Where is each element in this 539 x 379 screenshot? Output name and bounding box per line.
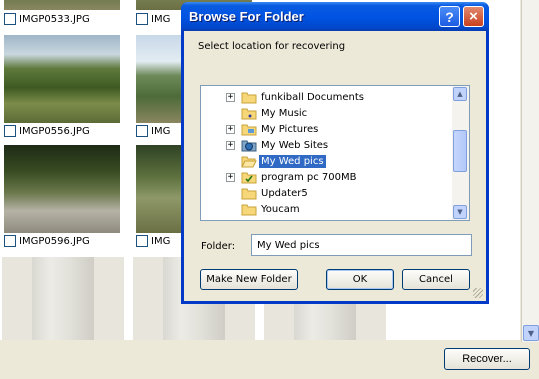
select-checkbox[interactable] — [136, 235, 148, 247]
tree-item-my-wed-pics[interactable]: My Wed pics — [201, 154, 453, 170]
browse-for-folder-dialog: Browse For Folder ? × Select location fo… — [181, 2, 489, 304]
pictures-folder-icon — [241, 124, 257, 136]
folder-icon — [241, 204, 257, 216]
recover-button[interactable]: Recover... — [444, 348, 530, 370]
select-checkbox[interactable] — [136, 125, 148, 137]
thumbnail-frame — [264, 300, 386, 340]
folder-tree[interactable]: + funkiball Documents My Music + My Pict… — [200, 85, 470, 221]
music-folder-icon — [241, 108, 257, 120]
expand-plus-icon[interactable]: + — [226, 125, 235, 134]
thumbnail-frame — [2, 257, 124, 340]
scroll-down-arrow-icon[interactable]: ▼ — [453, 205, 467, 219]
tree-item-my-music[interactable]: My Music — [201, 106, 453, 122]
tree-item-youcam[interactable]: Youcam — [201, 202, 453, 218]
expand-plus-icon[interactable]: + — [226, 141, 235, 150]
tree-vertical-scrollbar[interactable]: ▲ ▼ — [452, 86, 469, 220]
tree-item-my-pictures[interactable]: + My Pictures — [201, 122, 453, 138]
tree-item-updater5[interactable]: Updater5 — [201, 186, 453, 202]
select-checkbox[interactable] — [4, 235, 16, 247]
tree-item-program-pc-700mb[interactable]: + program pc 700MB — [201, 170, 453, 186]
help-button[interactable]: ? — [439, 6, 460, 27]
pane-vertical-scrollbar[interactable]: ▼ — [521, 0, 539, 342]
thumbnail-image[interactable] — [4, 0, 120, 10]
folder-icon — [241, 188, 257, 200]
resize-grip-icon[interactable] — [473, 288, 483, 298]
select-checkbox[interactable] — [4, 13, 16, 25]
thumbnail-image[interactable] — [4, 145, 120, 233]
cancel-button[interactable]: Cancel — [402, 269, 470, 290]
thumbnail-caption[interactable]: IMGP0596.JPG — [4, 234, 90, 248]
thumbnail-caption[interactable]: IMGP0533.JPG — [4, 12, 90, 26]
folder-open-icon — [241, 156, 257, 168]
dialog-body: Select location for recovering + funkiba… — [184, 31, 486, 301]
folder-label: Folder: — [201, 241, 236, 252]
make-new-folder-button[interactable]: Make New Folder — [200, 269, 298, 290]
dialog-title: Browse For Folder — [189, 9, 304, 24]
folder-icon — [241, 92, 257, 104]
expand-plus-icon[interactable]: + — [226, 173, 235, 182]
thumbnail-caption[interactable]: IMG — [136, 12, 170, 26]
thumbnail-image[interactable] — [4, 35, 120, 123]
scrollbar-thumb[interactable] — [453, 130, 467, 172]
select-checkbox[interactable] — [4, 125, 16, 137]
web-folder-icon — [241, 140, 257, 152]
scroll-down-arrow-icon[interactable]: ▼ — [523, 325, 539, 341]
ok-button[interactable]: OK — [326, 269, 394, 290]
scroll-up-arrow-icon[interactable]: ▲ — [453, 87, 467, 101]
expand-plus-icon[interactable]: + — [226, 93, 235, 102]
thumbnail-caption[interactable]: IMG — [136, 234, 170, 248]
dialog-prompt: Select location for recovering — [198, 41, 346, 52]
checked-folder-icon — [241, 172, 257, 184]
tree-item-funkiball-documents[interactable]: + funkiball Documents — [201, 90, 453, 106]
thumbnail-caption[interactable]: IMG — [136, 124, 170, 138]
tree-item-my-web-sites[interactable]: + My Web Sites — [201, 138, 453, 154]
folder-name-input[interactable] — [251, 234, 472, 256]
select-checkbox[interactable] — [136, 13, 148, 25]
close-button[interactable]: × — [463, 6, 484, 27]
thumbnail-image[interactable] — [32, 257, 94, 340]
dialog-titlebar[interactable]: Browse For Folder ? × — [181, 2, 489, 31]
thumbnail-image[interactable] — [294, 300, 356, 340]
thumbnail-caption[interactable]: IMGP0556.JPG — [4, 124, 90, 138]
